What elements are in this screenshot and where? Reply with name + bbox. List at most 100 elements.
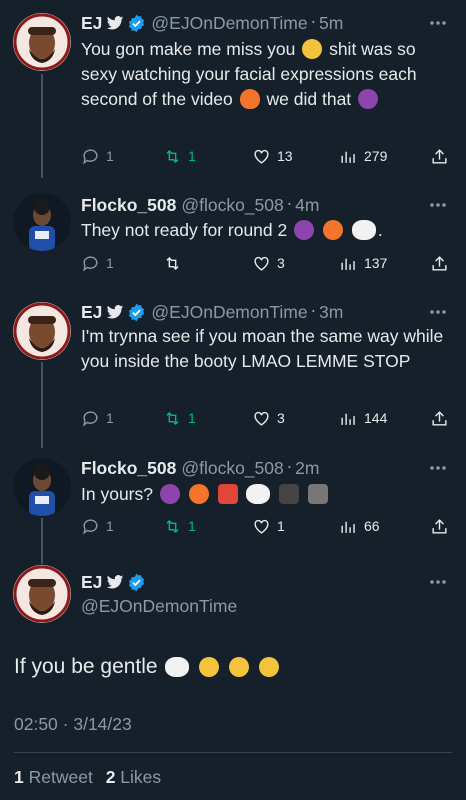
like-count: 2 <box>105 767 116 787</box>
views-count: 66 <box>364 518 380 534</box>
main-tweet-text: If you be gentle <box>14 655 281 679</box>
eyes-emoji-icon <box>351 220 376 240</box>
engagement-stats: 1 Retweet 2 Likes <box>14 767 161 788</box>
twitter-bird-icon <box>107 305 124 319</box>
views-button[interactable]: 144 <box>339 409 387 428</box>
timestamp[interactable]: 4m <box>295 195 319 216</box>
retweet-label: Retweet <box>28 767 93 787</box>
retweet-button[interactable]: 1 <box>163 517 196 536</box>
handle[interactable]: @EJOnDemonTime <box>151 13 307 34</box>
avatar-ej[interactable] <box>13 302 71 360</box>
like-icon <box>254 149 269 164</box>
verified-badge-icon <box>129 303 145 321</box>
tweet-header: EJ @EJOnDemonTime · 5m <box>81 12 343 34</box>
eyes-emoji-icon <box>246 484 271 504</box>
views-button[interactable]: 66 <box>339 517 380 536</box>
reply-button[interactable]: 1 <box>81 517 114 536</box>
movie-camera-emoji-icon <box>279 484 300 504</box>
display-name[interactable]: Flocko_508 <box>81 458 176 479</box>
views-icon <box>341 151 355 163</box>
tweet-text-part: we did that <box>266 89 352 109</box>
tweet-actions: 1 1 13 279 <box>81 145 452 167</box>
reply-icon <box>83 410 98 427</box>
views-count: 279 <box>364 148 388 164</box>
twitter-bird-icon <box>107 575 124 589</box>
views-icon <box>341 258 355 270</box>
reply-count: 1 <box>106 255 114 271</box>
avatar-ej[interactable] <box>13 565 71 623</box>
handle[interactable]: @flocko_508 <box>181 458 283 479</box>
fire-emoji-icon <box>239 89 260 109</box>
tweet-text: You gon make me miss you shit was so sex… <box>81 37 452 112</box>
reply-count: 1 <box>106 518 114 534</box>
retweets-stat[interactable]: 1 Retweet <box>14 767 93 787</box>
display-name[interactable]: Flocko_508 <box>81 195 176 216</box>
retweet-button[interactable]: 1 <box>163 147 196 166</box>
more-icon[interactable] <box>428 13 448 33</box>
display-name[interactable]: EJ <box>81 13 102 34</box>
retweet-count: 1 <box>188 518 196 534</box>
like-button[interactable]: 1 <box>252 517 285 536</box>
share-icon <box>432 255 447 271</box>
avatar-flocko[interactable] <box>13 458 71 516</box>
share-button[interactable] <box>430 409 449 428</box>
devil-emoji-icon <box>159 484 180 504</box>
like-label: Likes <box>120 767 162 787</box>
camera-flash-emoji-icon <box>308 484 329 504</box>
separator-dot: · <box>286 195 293 215</box>
share-button[interactable] <box>430 254 449 273</box>
like-icon <box>254 256 269 271</box>
tweet-header: Flocko_508 @flocko_508 · 2m <box>81 457 319 479</box>
views-icon <box>341 521 355 533</box>
reply-button[interactable]: 1 <box>81 147 114 166</box>
share-button[interactable] <box>430 147 449 166</box>
views-button[interactable]: 137 <box>339 254 387 273</box>
more-icon[interactable] <box>428 458 448 478</box>
display-name[interactable]: EJ <box>81 302 102 323</box>
more-icon[interactable] <box>428 302 448 322</box>
retweet-button[interactable] <box>163 254 188 273</box>
retweet-count: 1 <box>188 148 196 164</box>
fire-emoji-icon <box>322 220 343 240</box>
collision-emoji-icon <box>217 484 238 504</box>
sweat-emoji-icon <box>258 657 279 677</box>
display-name[interactable]: EJ <box>81 572 102 593</box>
main-handle[interactable]: @EJOnDemonTime <box>81 596 237 617</box>
reply-button[interactable]: 1 <box>81 254 114 273</box>
more-icon[interactable] <box>428 572 448 592</box>
handle[interactable]: @EJOnDemonTime <box>151 302 307 323</box>
tweet-header: Flocko_508 @flocko_508 · 4m <box>81 194 319 216</box>
retweet-icon <box>166 149 179 163</box>
separator-dot: · <box>286 458 293 478</box>
main-timestamp[interactable]: 02:50 · 3/14/23 <box>14 714 132 735</box>
timestamp[interactable]: 5m <box>319 13 343 34</box>
reply-button[interactable]: 1 <box>81 409 114 428</box>
retweet-button[interactable]: 1 <box>163 409 196 428</box>
tweet-text-part: You gon make me miss you <box>81 39 296 59</box>
sweat-emoji-icon <box>302 39 323 59</box>
like-button[interactable]: 3 <box>252 409 285 428</box>
thread-line <box>41 362 43 448</box>
avatar-flocko[interactable] <box>13 193 71 251</box>
more-icon[interactable] <box>428 195 448 215</box>
timestamp[interactable]: 3m <box>319 302 343 323</box>
reply-count: 1 <box>106 148 114 164</box>
reply-count: 1 <box>106 410 114 426</box>
views-button[interactable]: 279 <box>339 147 387 166</box>
retweet-count: 1 <box>188 410 196 426</box>
thread-line <box>41 74 43 178</box>
tweet-actions: 1 1 3 144 <box>81 407 452 429</box>
like-button[interactable]: 3 <box>252 254 285 273</box>
like-count: 3 <box>277 410 285 426</box>
like-button[interactable]: 13 <box>252 147 293 166</box>
avatar-ej[interactable] <box>13 13 71 71</box>
handle[interactable]: @flocko_508 <box>181 195 283 216</box>
timestamp[interactable]: 2m <box>295 458 319 479</box>
fire-emoji-icon <box>188 484 209 504</box>
thread-line <box>41 518 43 564</box>
retweet-count: 1 <box>14 767 24 787</box>
likes-stat[interactable]: 2 Likes <box>106 767 161 787</box>
tweet-header: EJ @EJOnDemonTime · 3m <box>81 301 343 323</box>
share-button[interactable] <box>430 517 449 536</box>
like-count: 1 <box>277 518 285 534</box>
